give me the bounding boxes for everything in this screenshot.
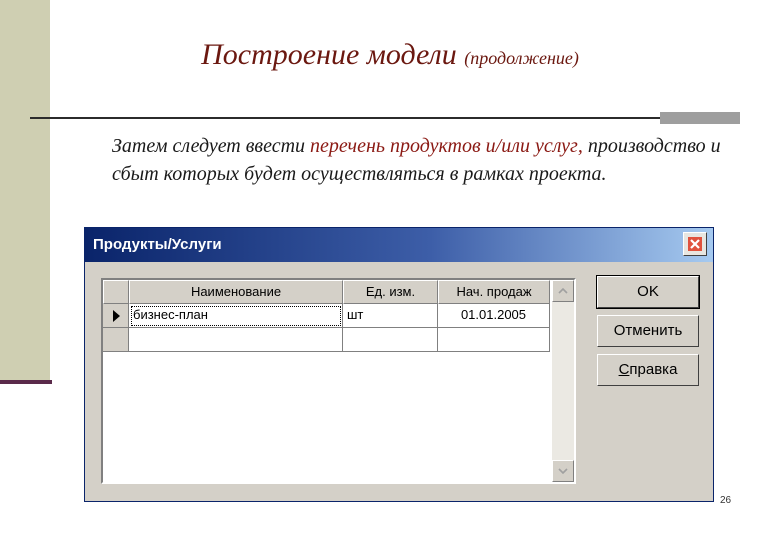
chevron-up-icon bbox=[558, 288, 568, 294]
help-button[interactable]: Справка bbox=[597, 354, 699, 386]
dialog-titlebar[interactable]: Продукты/Услуги bbox=[85, 228, 713, 262]
ok-button[interactable]: OK bbox=[596, 275, 700, 309]
scroll-down-button[interactable] bbox=[552, 460, 574, 482]
slide-side-band-line bbox=[0, 380, 52, 384]
header-indicator-cell bbox=[103, 280, 129, 304]
cell-name[interactable] bbox=[129, 328, 343, 352]
close-icon bbox=[688, 237, 702, 251]
products-grid[interactable]: Наименование Ед. изм. Нач. продаж бизнес… bbox=[101, 278, 576, 484]
column-header-name[interactable]: Наименование bbox=[129, 280, 343, 304]
cell-unit[interactable]: шт bbox=[343, 304, 438, 328]
vertical-scrollbar[interactable] bbox=[552, 280, 574, 482]
dialog-title: Продукты/Услуги bbox=[93, 236, 222, 253]
row-indicator[interactable] bbox=[103, 328, 129, 352]
close-button[interactable] bbox=[683, 232, 707, 256]
table-row[interactable]: бизнес-план шт 01.01.2005 bbox=[103, 304, 550, 328]
scroll-up-button[interactable] bbox=[552, 280, 574, 302]
column-header-unit[interactable]: Ед. изм. bbox=[343, 280, 438, 304]
slide-title-sub: (продолжение) bbox=[464, 48, 579, 68]
paragraph-text-start: Затем следует ввести bbox=[112, 135, 311, 157]
slide-title-main: Построение модели bbox=[201, 38, 457, 71]
title-rule bbox=[30, 117, 710, 119]
title-rule-accent bbox=[660, 112, 740, 124]
cell-start-date[interactable] bbox=[438, 328, 550, 352]
current-row-arrow-icon bbox=[112, 309, 120, 322]
products-dialog: Продукты/Услуги Наименование Ед. изм. На… bbox=[84, 227, 714, 502]
grid-header-row: Наименование Ед. изм. Нач. продаж bbox=[103, 280, 550, 304]
grid-body: Наименование Ед. изм. Нач. продаж бизнес… bbox=[103, 280, 552, 482]
help-button-accel: С bbox=[618, 361, 630, 378]
cancel-button[interactable]: Отменить bbox=[597, 315, 699, 347]
cell-unit[interactable] bbox=[343, 328, 438, 352]
page-number: 26 bbox=[720, 495, 732, 506]
cell-start-date[interactable]: 01.01.2005 bbox=[438, 304, 550, 328]
help-button-label: правка bbox=[629, 361, 678, 378]
column-header-start[interactable]: Нач. продаж bbox=[438, 280, 550, 304]
chevron-down-icon bbox=[558, 468, 568, 474]
slide-title: Построение модели (продолжение) bbox=[0, 38, 780, 72]
row-indicator[interactable] bbox=[103, 304, 129, 328]
table-row[interactable] bbox=[103, 328, 550, 352]
slide-paragraph: Затем следует ввести перечень продуктов … bbox=[112, 132, 722, 188]
cell-name[interactable]: бизнес-план bbox=[129, 304, 343, 328]
paragraph-highlight: перечень продуктов и/или услуг, bbox=[310, 135, 583, 157]
